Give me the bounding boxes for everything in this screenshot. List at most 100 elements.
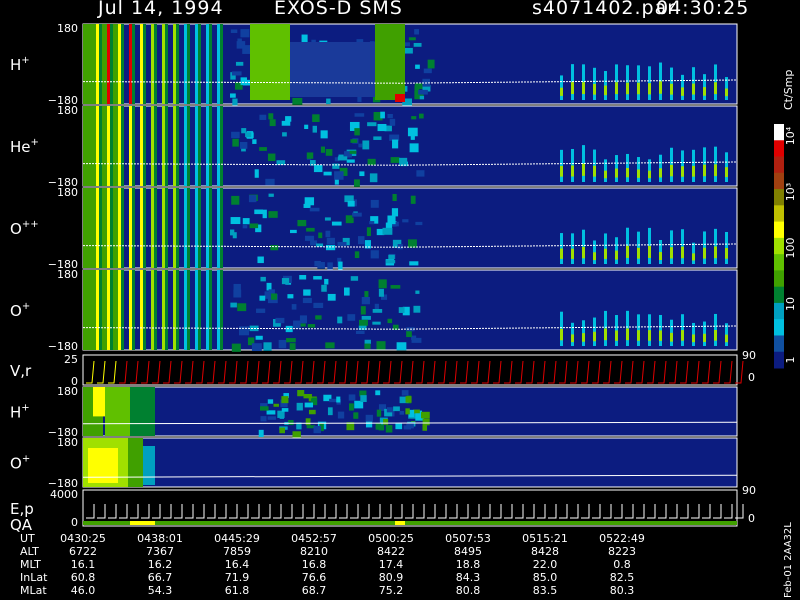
data-stripe: [107, 24, 110, 104]
data-speckle: [230, 229, 235, 236]
data-stripe: [118, 270, 121, 350]
data-burst: [670, 83, 673, 95]
data-stripe: [198, 188, 201, 268]
data-burst: [692, 83, 695, 95]
data-stripe: [184, 24, 187, 104]
data-burst: [725, 167, 728, 178]
data-speckle: [291, 304, 297, 310]
data-burst: [714, 246, 717, 259]
colorbar-tick: 100: [784, 238, 797, 259]
data-speckle: [375, 422, 382, 430]
data-stripe: [217, 24, 220, 104]
data-stripe: [206, 188, 209, 268]
data-speckle: [354, 179, 360, 187]
data-speckle: [313, 164, 323, 173]
panel-label-0: H+: [10, 55, 30, 74]
data-speckle: [325, 342, 335, 349]
data-speckle: [237, 303, 247, 312]
data-burst: [637, 82, 640, 95]
data-stripe: [110, 106, 113, 186]
data-stripe: [143, 188, 146, 268]
table-cell-mlat: 80.8: [456, 584, 481, 597]
table-cell-mlat: 61.8: [225, 584, 250, 597]
table-cell-mlat: 80.3: [610, 584, 635, 597]
data-speckle: [281, 120, 291, 126]
colorbar-swatch: [774, 140, 784, 158]
data-speckle: [411, 116, 417, 120]
right-bottom-label: 0: [748, 512, 755, 525]
data-speckle: [347, 200, 355, 207]
data-speckle: [233, 289, 242, 298]
panel-frame-7: [82, 489, 738, 527]
data-speckle: [378, 279, 387, 289]
data-burst: [725, 334, 728, 343]
table-cell-inlat: 66.7: [148, 571, 173, 584]
colorbar-swatch: [774, 254, 784, 271]
colorbar-swatch: [774, 221, 784, 239]
data-speckle: [268, 193, 274, 197]
data-speckle: [367, 122, 377, 127]
data-speckle: [320, 130, 328, 139]
data-speckle: [312, 125, 317, 133]
data-speckle: [427, 59, 435, 69]
data-speckle: [370, 199, 379, 208]
data-speckle: [364, 339, 371, 344]
data-stripe: [107, 188, 110, 268]
data-speckle: [407, 127, 418, 137]
data-stripe: [143, 106, 146, 186]
data-stripe: [121, 270, 124, 350]
data-stripe: [118, 106, 121, 186]
data-stripe: [206, 270, 209, 350]
data-stripe: [220, 24, 223, 104]
panel-frame-6: [82, 437, 738, 488]
data-speckle: [231, 131, 240, 139]
colorbar-swatch: [774, 319, 784, 336]
data-stripe: [121, 106, 124, 186]
data-stripe: [198, 24, 201, 104]
y-top-label: 180: [57, 385, 78, 398]
data-speckle: [231, 343, 241, 352]
data-burst: [703, 87, 706, 96]
data-speckle: [286, 338, 296, 343]
data-stripe: [195, 188, 198, 268]
instrument-name: EXOS-D SMS: [274, 0, 403, 19]
data-speckle: [313, 276, 322, 280]
data-speckle: [302, 297, 312, 304]
data-speckle: [409, 143, 419, 153]
data-speckle: [315, 315, 322, 320]
data-speckle: [324, 278, 329, 285]
data-burst: [659, 168, 662, 178]
data-stripe: [162, 24, 165, 104]
table-row-label: MLT: [20, 558, 41, 571]
data-stripe: [187, 270, 190, 350]
exos-d-sms-plot: H+ 180 −180 He+ 180 −180 O++ 180 −180 O+ 180 −180 V,…: [0, 0, 800, 600]
data-stripe: [110, 270, 113, 350]
file-name: s4071402.par: [532, 0, 677, 19]
panel-label-5: H+: [10, 403, 30, 422]
data-burst: [615, 155, 618, 182]
data-burst: [637, 169, 640, 178]
data-stripe: [165, 270, 168, 350]
data-stripe: [173, 270, 176, 350]
data-speckle: [329, 398, 337, 403]
data-burst: [670, 332, 673, 342]
data-speckle: [236, 41, 246, 49]
data-speckle: [327, 262, 333, 271]
data-speckle: [349, 150, 357, 154]
data-speckle: [402, 219, 409, 223]
footer-id: Feb-01 2AA32L: [783, 522, 794, 598]
data-speckle: [410, 195, 416, 204]
data-burst: [670, 247, 673, 259]
data-speckle: [422, 418, 430, 426]
data-burst: [659, 330, 662, 341]
data-stripe: [151, 270, 154, 350]
data-speckle: [336, 396, 341, 403]
data-burst: [648, 245, 651, 258]
table-cell-alt: 8428: [531, 545, 559, 558]
table-cell-ut: 0515:21: [522, 532, 568, 545]
colorbar-unit: Ct/Smp: [782, 69, 795, 110]
data-burst: [582, 320, 585, 346]
data-stripe: [143, 270, 146, 350]
data-speckle: [392, 139, 399, 149]
table-cell-inlat: 60.8: [71, 571, 96, 584]
